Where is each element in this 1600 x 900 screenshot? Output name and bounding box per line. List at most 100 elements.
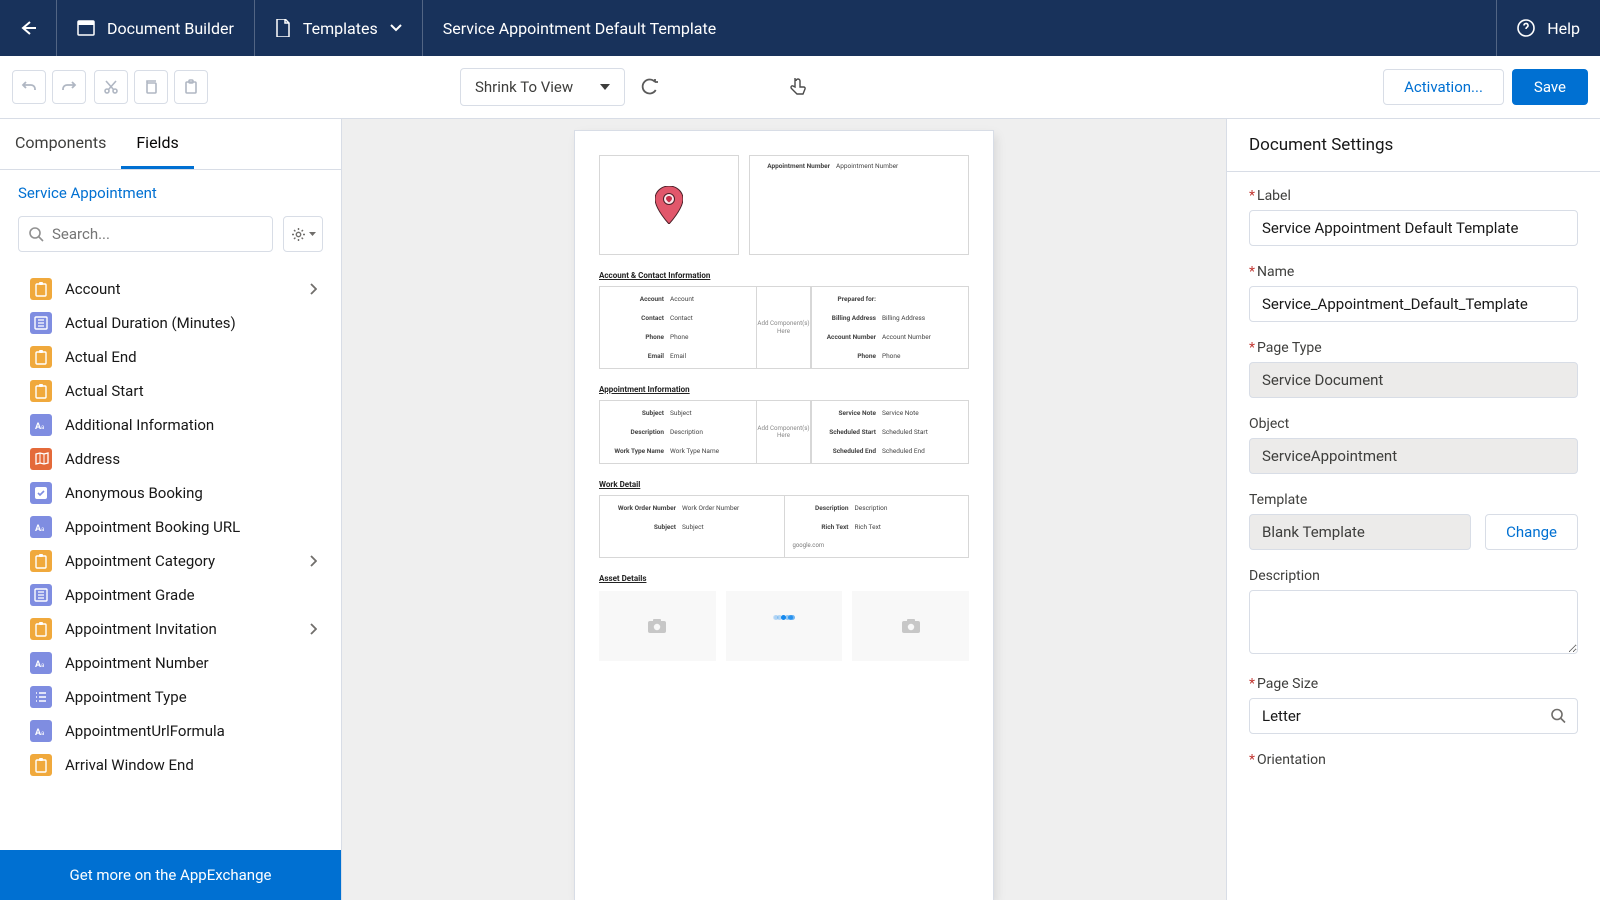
map-placeholder[interactable] [599, 155, 739, 255]
field-list[interactable]: Account Actual Duration (Minutes) Actual E… [0, 266, 341, 850]
chevron-right-icon [309, 623, 317, 635]
section-work: Work Detail [599, 480, 969, 489]
field-type-icon: Aa [30, 720, 52, 742]
tab-fields[interactable]: Fields [121, 119, 193, 169]
appexchange-link[interactable]: Get more on the AppExchange [0, 850, 341, 900]
svg-text:a: a [41, 424, 44, 431]
asset-slot-loading[interactable] [726, 591, 843, 661]
field-type-icon [30, 312, 52, 334]
arrow-left-icon [18, 18, 38, 38]
field-item[interactable]: Aa Appointment Number [0, 646, 341, 680]
app-header: Document Builder Templates Service Appoi… [0, 0, 1600, 56]
tab-components[interactable]: Components [0, 119, 121, 169]
builder-brand[interactable]: Document Builder [57, 0, 255, 56]
chevron-right-icon [309, 555, 317, 567]
field-item[interactable]: Appointment Grade [0, 578, 341, 612]
pagesize-input[interactable] [1249, 698, 1578, 734]
help-button[interactable]: Help [1497, 0, 1600, 56]
drop-zone[interactable]: Add Component(s) Here [757, 286, 811, 369]
field-label: Actual End [65, 348, 137, 366]
builder-icon [77, 19, 95, 37]
description-input[interactable] [1249, 590, 1578, 654]
zoom-select[interactable]: Shrink To View [460, 68, 625, 106]
left-tabs: Components Fields [0, 119, 341, 170]
orientation-label: *Orientation [1249, 752, 1578, 768]
refresh-button[interactable] [633, 70, 667, 104]
save-button[interactable]: Save [1512, 69, 1588, 105]
field-label: Appointment Number [65, 654, 209, 672]
pagesize-label: *Page Size [1249, 676, 1578, 692]
change-template-button[interactable]: Change [1485, 514, 1578, 550]
settings-panel: Document Settings *Label *Name *Page Typ… [1227, 119, 1600, 900]
appt-left-col[interactable]: SubjectSubject DescriptionDescription Wo… [599, 400, 757, 464]
appt-number-box[interactable]: Appointment NumberAppointment Number [749, 155, 969, 255]
field-settings-button[interactable] [283, 216, 323, 252]
field-item[interactable]: AaAppointmentUrlFormula [0, 714, 341, 748]
field-label: Arrival Window End [65, 756, 194, 774]
cut-button[interactable] [94, 70, 128, 104]
template-input [1249, 514, 1471, 550]
redo-button[interactable] [52, 70, 86, 104]
svg-text:a: a [41, 526, 44, 533]
field-type-icon [30, 482, 52, 504]
field-item[interactable]: Appointment Type [0, 680, 341, 714]
object-label: Object [1249, 416, 1578, 432]
field-item[interactable]: Aa Additional Information [0, 408, 341, 442]
field-type-icon: Aa [30, 652, 52, 674]
undo-button[interactable] [12, 70, 46, 104]
field-item[interactable]: Account [0, 272, 341, 306]
field-label: Additional Information [65, 416, 214, 434]
back-button[interactable] [0, 0, 57, 56]
svg-text:a: a [41, 730, 44, 737]
field-item[interactable]: AaAppointment Booking URL [0, 510, 341, 544]
help-label: Help [1547, 19, 1580, 38]
label-label: *Label [1249, 188, 1578, 204]
file-icon [275, 19, 291, 37]
search-icon [1551, 709, 1566, 724]
settings-title: Document Settings [1227, 119, 1600, 172]
field-item[interactable]: Appointment Invitation [0, 612, 341, 646]
field-item[interactable]: Actual Duration (Minutes) [0, 306, 341, 340]
field-label: Address [65, 450, 120, 468]
builder-label: Document Builder [107, 19, 234, 38]
field-item[interactable]: Arrival Window End [0, 748, 341, 782]
paste-button[interactable] [174, 70, 208, 104]
work-right-col[interactable]: DescriptionDescription Rich TextRich Tex… [785, 495, 970, 558]
camera-icon [902, 619, 920, 633]
activation-button[interactable]: Activation... [1383, 69, 1504, 105]
templates-dropdown[interactable]: Templates [255, 0, 423, 56]
object-link[interactable]: Service Appointment [0, 170, 341, 206]
name-input[interactable] [1249, 286, 1578, 322]
work-left-col[interactable]: Work Order NumberWork Order Number Subje… [599, 495, 785, 558]
acct-left-col[interactable]: AccountAccount ContactContact PhonePhone… [599, 286, 757, 369]
field-item[interactable]: Appointment Category [0, 544, 341, 578]
document-title-text: Service Appointment Default Template [443, 19, 717, 38]
field-item[interactable]: Actual End [0, 340, 341, 374]
section-account: Account & Contact Information [599, 271, 969, 280]
field-type-icon [30, 448, 52, 470]
field-item[interactable]: Address [0, 442, 341, 476]
field-label: Actual Duration (Minutes) [65, 314, 236, 332]
canvas[interactable]: Appointment NumberAppointment Number Acc… [342, 119, 1227, 900]
search-field[interactable] [52, 225, 262, 243]
camera-icon [648, 619, 666, 633]
label-input[interactable] [1249, 210, 1578, 246]
field-item[interactable]: Anonymous Booking [0, 476, 341, 510]
left-panel: Components Fields Service Appointment Ac… [0, 119, 342, 900]
search-input[interactable] [18, 216, 273, 252]
spinner-icon [773, 615, 795, 637]
asset-slot[interactable] [599, 591, 716, 661]
acct-right-col[interactable]: Prepared for: Billing AddressBilling Add… [811, 286, 969, 369]
appt-right-col[interactable]: Service NoteService Note Scheduled Start… [811, 400, 969, 464]
field-type-icon: Aa [30, 414, 52, 436]
field-label: Appointment Type [65, 688, 187, 706]
asset-slot[interactable] [852, 591, 969, 661]
document-page[interactable]: Appointment NumberAppointment Number Acc… [575, 131, 993, 900]
field-type-icon [30, 550, 52, 572]
drop-zone[interactable]: Add Component(s) Here [757, 400, 811, 464]
field-item[interactable]: Actual Start [0, 374, 341, 408]
section-asset: Asset Details [599, 574, 969, 583]
field-label: Appointment Grade [65, 586, 195, 604]
field-type-icon [30, 754, 52, 776]
copy-button[interactable] [134, 70, 168, 104]
